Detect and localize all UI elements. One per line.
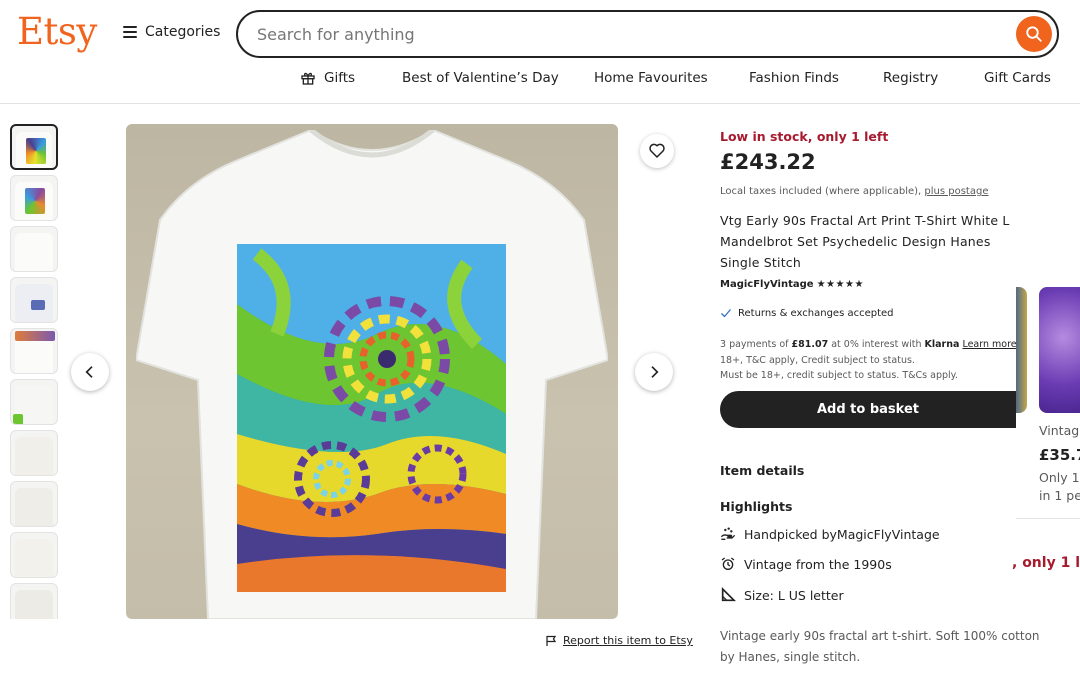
flag-icon xyxy=(546,635,557,646)
search-button[interactable] xyxy=(1016,16,1052,52)
add-to-basket-button[interactable]: Add to basket xyxy=(720,391,1016,428)
ruler-triangle-icon xyxy=(721,587,736,602)
vintage-label: Vintage from the 1990s xyxy=(744,556,892,572)
klarna-brand: Klarna xyxy=(924,339,960,350)
klarna-amount: £81.07 xyxy=(791,339,829,350)
nav-valentines-label: Best of Valentine’s Day xyxy=(402,70,559,86)
tax-note: Local taxes included (where applicable),… xyxy=(720,186,988,197)
thumbnail[interactable] xyxy=(10,226,58,272)
klarna-text-a: 3 payments of xyxy=(720,339,792,350)
thumbnail[interactable] xyxy=(10,277,58,323)
recommendation-stock-1: Only 1 xyxy=(1039,470,1080,485)
categories-label: Categories xyxy=(145,24,221,40)
hand-icon xyxy=(720,527,736,540)
size-label: Size: L US letter xyxy=(744,587,844,603)
search-bar xyxy=(236,10,1059,58)
nav-gifts[interactable]: Gifts xyxy=(300,70,355,86)
postage-link[interactable]: plus postage xyxy=(924,186,988,197)
handpicked-shop-link[interactable]: MagicFlyVintage xyxy=(837,527,940,542)
main-product-image[interactable] xyxy=(126,124,618,619)
klarna-terms-2: Must be 18+, credit subject to status. T… xyxy=(720,370,958,381)
returns-label: Returns & exchanges accepted xyxy=(738,307,894,319)
listing-title: Vtg Early 90s Fractal Art Print T-Shirt … xyxy=(720,213,1010,270)
item-details-heading[interactable]: Item details xyxy=(720,463,804,478)
klarna-terms-1: 18+, T&C apply, Credit subject to status… xyxy=(720,354,915,366)
item-description: Vintage early 90s fractal art t-shirt. S… xyxy=(720,629,1040,664)
highlight-size: Size: L US letter xyxy=(720,587,844,603)
star-rating: ★★★★★ xyxy=(816,279,864,290)
recommendation-stock-2: in 1 pe xyxy=(1039,488,1080,503)
hamburger-icon xyxy=(123,26,137,38)
klarna-learn-more-link[interactable]: Learn more xyxy=(962,339,1016,350)
gift-icon xyxy=(301,72,315,85)
thumbnail[interactable] xyxy=(10,379,58,425)
nav-fashion-finds-label: Fashion Finds xyxy=(749,70,839,86)
returns-policy: Returns & exchanges accepted xyxy=(720,307,894,319)
tax-note-text: Local taxes included (where applicable), xyxy=(720,186,925,197)
thumbnail[interactable] xyxy=(10,430,58,476)
nav-registry-label: Registry xyxy=(883,70,939,86)
next-image-button[interactable] xyxy=(635,353,673,391)
thumbnail[interactable] xyxy=(10,175,58,221)
highlight-handpicked: Handpicked by MagicFlyVintage xyxy=(720,526,940,542)
klarna-financing: 3 payments of £81.07 at 0% interest with… xyxy=(720,337,1020,384)
prev-image-button[interactable] xyxy=(71,353,109,391)
thumbnail[interactable] xyxy=(10,124,58,170)
site-header: Etsy Categories Gifts Best of Valentine’… xyxy=(0,0,1080,104)
shop-name-link[interactable]: MagicFlyVintage xyxy=(720,279,814,290)
check-icon xyxy=(721,309,731,318)
handpicked-prefix: Handpicked by xyxy=(744,526,837,542)
stock-status: Low in stock, only 1 left xyxy=(720,129,889,144)
chevron-left-icon xyxy=(85,366,93,378)
recommendation-price: £35.7 xyxy=(1039,446,1080,464)
thumbnail[interactable] xyxy=(10,481,58,527)
nav-home-favourites[interactable]: Home Favourites xyxy=(594,70,708,86)
heart-icon xyxy=(649,143,665,158)
fractal-print xyxy=(237,244,506,592)
etsy-logo[interactable]: Etsy xyxy=(17,10,97,53)
klarna-text-b: at 0% interest with xyxy=(828,339,925,350)
thumbnail[interactable] xyxy=(10,328,58,374)
nav-home-favourites-label: Home Favourites xyxy=(594,70,708,86)
nav-gift-cards[interactable]: Gift Cards xyxy=(984,70,1051,86)
thumbnail[interactable] xyxy=(10,583,58,619)
report-item-link[interactable]: Report this item to Etsy xyxy=(545,634,693,647)
nav-fashion-finds[interactable]: Fashion Finds xyxy=(749,70,839,86)
favourite-button[interactable] xyxy=(640,134,674,168)
alarm-clock-icon xyxy=(721,557,735,570)
divider xyxy=(1016,518,1080,519)
thumbnail-strip xyxy=(10,124,60,619)
shop-info: MagicFlyVintage ★★★★★ xyxy=(720,279,864,290)
stock-banner-text: , only 1 l xyxy=(1012,555,1080,571)
recommendation-image[interactable] xyxy=(1016,287,1027,413)
search-input[interactable] xyxy=(257,24,997,44)
recommendation-image[interactable] xyxy=(1039,287,1080,413)
recommendation-title[interactable]: Vintag xyxy=(1039,423,1080,438)
price: £243.22 xyxy=(720,150,816,174)
highlights-heading: Highlights xyxy=(720,499,793,514)
nav-gifts-label: Gifts xyxy=(324,70,356,86)
search-icon xyxy=(1026,26,1042,42)
category-nav: Gifts Best of Valentine’s Day Home Favou… xyxy=(0,70,1080,90)
nav-registry[interactable]: Registry xyxy=(883,70,938,86)
nav-gift-cards-label: Gift Cards xyxy=(984,70,1051,86)
chevron-right-icon xyxy=(651,366,659,378)
highlight-vintage: Vintage from the 1990s xyxy=(720,556,892,572)
categories-button[interactable]: Categories xyxy=(123,24,220,40)
report-item-label: Report this item to Etsy xyxy=(563,634,693,647)
thumbnail[interactable] xyxy=(10,532,58,578)
nav-valentines[interactable]: Best of Valentine’s Day xyxy=(402,70,559,86)
